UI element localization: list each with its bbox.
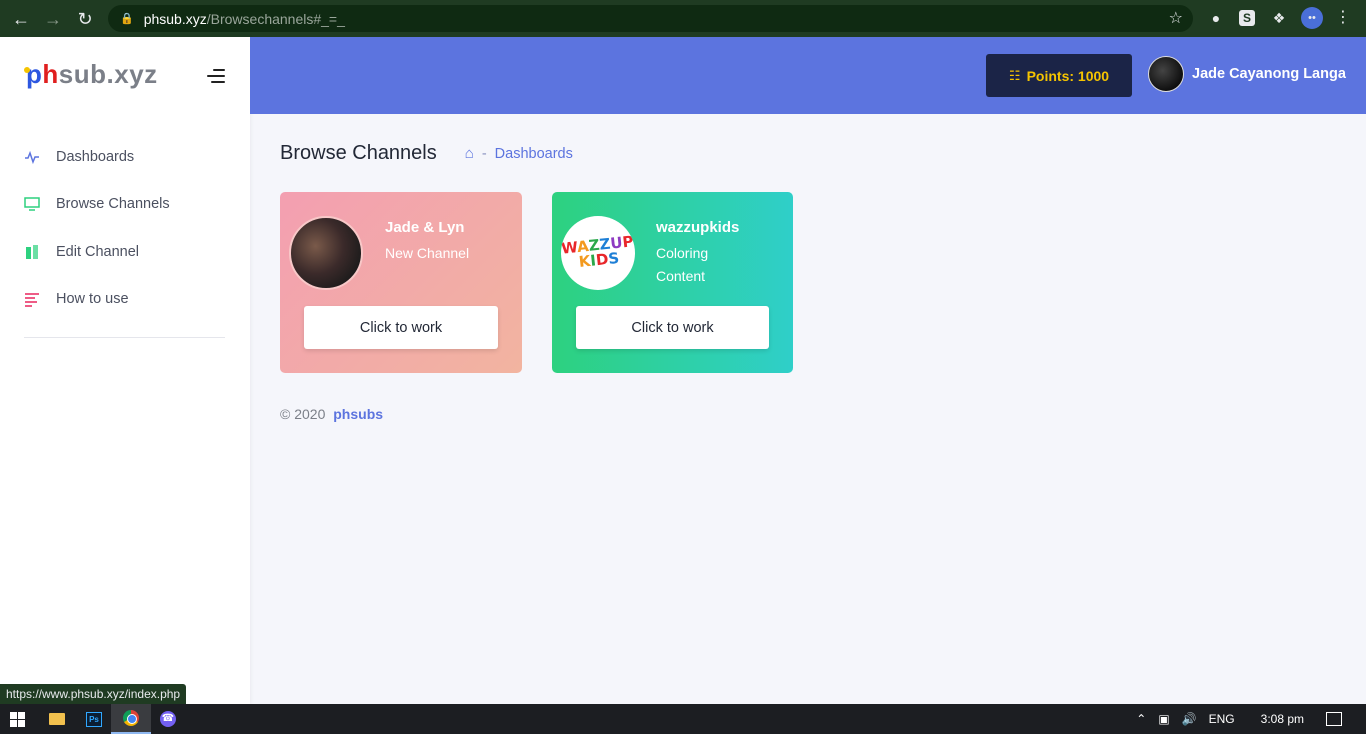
sidebar-item-how-to-use[interactable]: How to use [0, 276, 250, 324]
os-taskbar: Ps ☎ ⌃ ▣ 🔊 ENG 3:08 pm [0, 704, 1366, 734]
channel-name: wazzupkids [656, 219, 740, 236]
wazzup-kids-logo: WAZZUP KIDS [561, 232, 635, 272]
status-bar-url: https://www.phsub.xyz/index.php [0, 684, 187, 704]
channel-card: WAZZUP KIDS wazzupkids Coloring Content … [552, 192, 793, 373]
profile-avatar-icon[interactable]: •• [1301, 7, 1323, 29]
viber-icon[interactable]: ☎ [148, 704, 188, 734]
points-badge[interactable]: ☷ Points: 1000 [986, 54, 1132, 97]
channel-subtitle: New Channel [385, 245, 470, 261]
bookmark-star-icon[interactable]: ☆ [1169, 8, 1183, 28]
reload-icon[interactable]: ↻ [74, 8, 96, 30]
channel-card: Jade & Lyn New Channel Click to work [280, 192, 522, 373]
click-to-work-button[interactable]: Click to work [576, 306, 769, 349]
points-label: Points: 1000 [1026, 67, 1110, 84]
chrome-icon[interactable] [111, 704, 151, 734]
camera-extension-icon[interactable]: ● [1207, 9, 1225, 27]
sidebar-item-label: Browse Channels [56, 196, 170, 213]
align-left-icon [25, 293, 39, 307]
avatar [1148, 56, 1184, 92]
user-name: Jade Cayanong Langa [1192, 66, 1346, 82]
browser-toolbar: ← → ↻ 🔒 phsub.xyz/Browsechannels#_=_ ☆ ●… [0, 0, 1366, 37]
chevron-up-icon[interactable]: ⌃ [1136, 712, 1146, 726]
sidebar-item-browse-channels[interactable]: Browse Channels [0, 181, 250, 229]
home-icon[interactable]: ⌂ [465, 145, 474, 162]
monitor-icon [24, 197, 40, 211]
language-indicator[interactable]: ENG [1209, 712, 1235, 726]
clock[interactable]: 3:08 pm [1261, 712, 1304, 726]
volume-icon[interactable]: 🔊 [1182, 712, 1197, 726]
network-icon[interactable]: ▣ [1158, 712, 1169, 726]
activity-icon [25, 150, 39, 164]
breadcrumb: ⌂ - Dashboards [465, 145, 573, 162]
top-header: ☷ Points: 1000 Jade Cayanong Langa [250, 37, 1366, 114]
sidebar-item-label: Edit Channel [56, 243, 140, 260]
sidebar-item-label: How to use [56, 291, 129, 308]
sidebar-menu: Dashboards Browse Channels Edit Channel … [0, 133, 250, 323]
sidebar-divider [24, 337, 225, 338]
site-logo[interactable]: phsub.xyz [24, 59, 158, 90]
user-menu[interactable]: Jade Cayanong Langa [1148, 56, 1346, 92]
copyright: © 2020 [280, 406, 326, 422]
system-tray: ⌃ ▣ 🔊 ENG 3:08 pm [1136, 704, 1366, 734]
s-extension-icon[interactable]: S [1239, 10, 1255, 26]
sidebar-item-dashboards[interactable]: Dashboards [0, 133, 250, 181]
click-to-work-button[interactable]: Click to work [304, 306, 498, 349]
channel-name: Jade & Lyn [385, 219, 465, 236]
sidebar-item-edit-channel[interactable]: Edit Channel [0, 228, 250, 276]
logo-dot-icon [24, 67, 30, 73]
channel-thumbnail [289, 216, 363, 290]
browser-menu-icon[interactable]: ⋮ [1334, 9, 1352, 27]
back-icon[interactable]: ← [10, 8, 32, 30]
page-heading: Browse Channels ⌂ - Dashboards [280, 142, 573, 165]
windows-start-icon[interactable] [10, 712, 26, 727]
channel-thumbnail: WAZZUP KIDS [561, 216, 635, 290]
url-host: phsub.xyz [143, 10, 207, 27]
file-explorer-icon[interactable] [37, 704, 77, 734]
lock-icon: 🔒 [120, 13, 134, 25]
hamburger-menu-icon[interactable] [207, 69, 225, 83]
photoshop-icon[interactable]: Ps [74, 704, 114, 734]
extensions-puzzle-icon[interactable]: ❖ [1270, 9, 1288, 27]
sidebar-item-label: Dashboards [56, 148, 135, 165]
breadcrumb-separator: - [481, 145, 487, 162]
url-path: /Browsechannels#_=_ [206, 10, 345, 27]
columns-icon [26, 244, 38, 259]
coins-icon: ☷ [1008, 67, 1021, 83]
sidebar: phsub.xyz Dashboards Browse Channels Edi… [0, 37, 250, 704]
page-title: Browse Channels [280, 142, 437, 164]
page-footer: © 2020 phsubs [280, 406, 383, 422]
footer-brand-link[interactable]: phsubs [333, 406, 383, 422]
breadcrumb-item-dashboards[interactable]: Dashboards [495, 146, 573, 162]
channel-subtitle: Coloring Content [656, 245, 709, 284]
address-bar[interactable]: 🔒 phsub.xyz/Browsechannels#_=_ ☆ [108, 5, 1193, 32]
notification-icon[interactable] [1326, 712, 1342, 726]
forward-icon[interactable]: → [42, 8, 64, 30]
